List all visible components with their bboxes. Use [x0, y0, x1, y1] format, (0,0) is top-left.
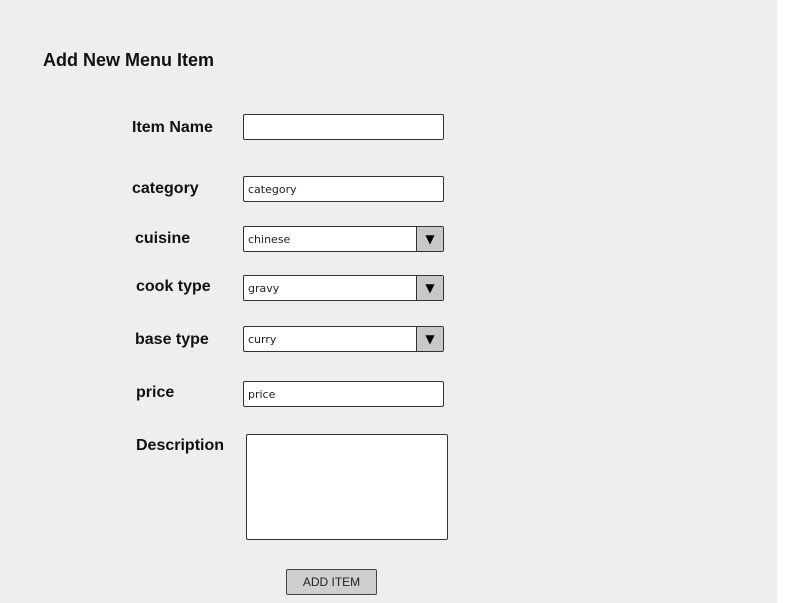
cook-type-value: gravy — [248, 281, 280, 295]
triangle-down-icon[interactable]: ▼ — [416, 276, 443, 300]
item-name-label: Item Name — [132, 119, 213, 136]
triangle-down-icon[interactable]: ▼ — [416, 327, 443, 351]
description-textarea[interactable] — [246, 434, 448, 540]
category-label: category — [132, 180, 199, 197]
category-input[interactable]: category — [243, 176, 444, 202]
form-canvas: Add New Menu Item Item Name category cat… — [0, 0, 777, 603]
item-name-input[interactable] — [243, 114, 444, 140]
cuisine-select[interactable]: chinese ▼ — [243, 226, 444, 252]
triangle-down-icon[interactable]: ▼ — [416, 227, 443, 251]
price-label: price — [136, 384, 175, 401]
cook-type-label: cook type — [136, 278, 211, 295]
base-type-select[interactable]: curry ▼ — [243, 326, 444, 352]
cuisine-value: chinese — [248, 232, 291, 246]
cuisine-label: cuisine — [135, 230, 191, 247]
page-title: Add New Menu Item — [43, 50, 215, 70]
add-item-button[interactable]: ADD ITEM — [286, 569, 377, 595]
price-input[interactable]: price — [243, 381, 444, 407]
description-label: Description — [136, 437, 225, 454]
base-type-value: curry — [248, 332, 277, 346]
cook-type-select[interactable]: gravy ▼ — [243, 275, 444, 301]
base-type-label: base type — [135, 331, 209, 348]
